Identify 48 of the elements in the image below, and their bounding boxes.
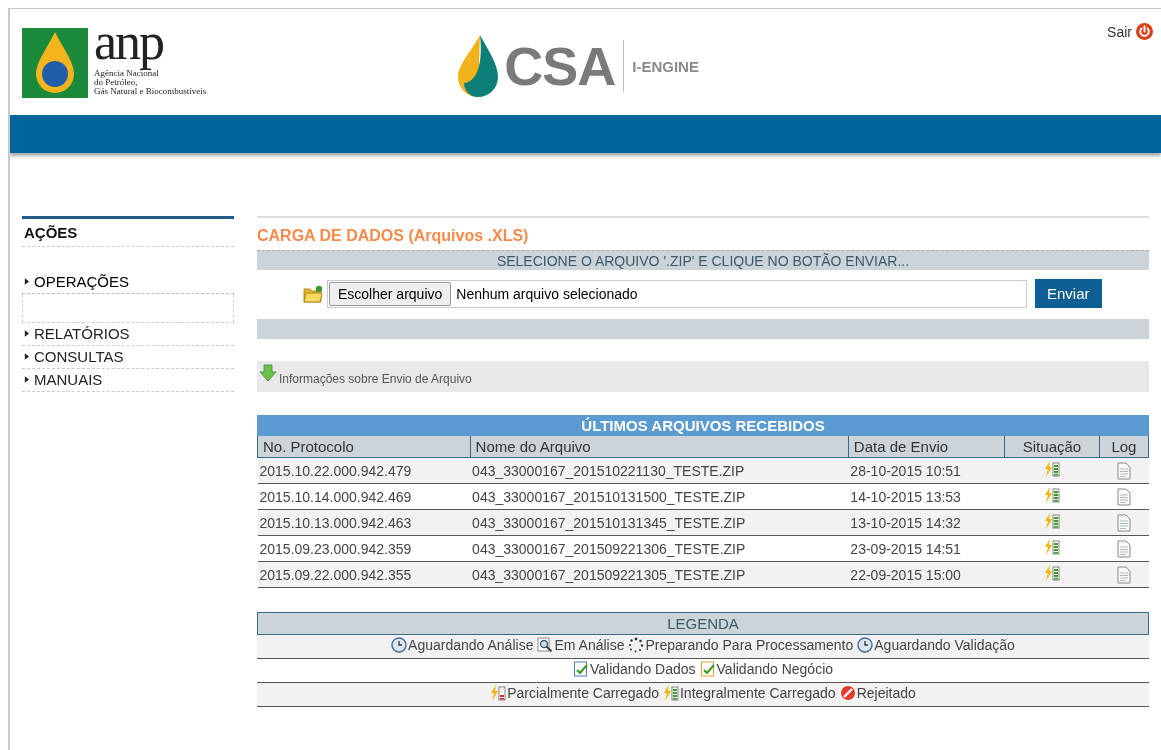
table-cell: 2015.10.13.000.942.463 — [257, 509, 471, 536]
legend-label: Aguardando Validação — [874, 637, 1015, 653]
table-cell: 043_33000167_201509221306_TESTE.ZIP — [470, 535, 849, 562]
send-button[interactable]: Enviar — [1035, 279, 1102, 308]
legend-label: Preparando Para Processamento — [645, 637, 854, 653]
csa-logo-text: CSA — [504, 35, 616, 97]
sidebar-item[interactable]: MANUAIS — [22, 369, 234, 392]
info-link[interactable]: Informações sobre Envio de Arquivo — [279, 371, 472, 386]
table-cell: 043_33000167_201509221305_TESTE.ZIP — [470, 561, 849, 588]
table-cell: 2015.10.22.000.942.479 — [257, 457, 471, 484]
table-cell: 14-10-2015 13:53 — [848, 483, 1005, 510]
legend-label: Validando Dados — [589, 661, 696, 677]
section-title: CARGA DE DADOS (Arquivos .XLS) — [257, 227, 530, 245]
sidebar-item[interactable]: CONSULTAS — [22, 346, 234, 369]
file-status-text: Nenhum arquivo selecionado — [456, 285, 638, 302]
instruction-bar: SELECIONE O ARQUIVO '.ZIP' E CLIQUE NO BOTÃO ENVIAR... — [257, 250, 1149, 270]
legend-label: Rejeitado — [856, 685, 916, 701]
table-title: ÚLTIMOS ARQUIVOS RECEBIDOS — [257, 415, 1149, 436]
column-header: Data de Envio — [848, 435, 1005, 458]
legend-label: Validando Negócio — [716, 661, 834, 677]
agency-name-text: Gás Natural e Biocombustíveis — [94, 87, 207, 96]
choose-file-button[interactable]: Escolher arquivo — [329, 281, 452, 306]
legend-label: Integralmente Carregado — [679, 685, 836, 701]
legend-label: Aguardando Análise — [408, 637, 534, 653]
product-name: I-ENGINE — [632, 57, 699, 75]
table-cell: 2015.09.22.000.942.355 — [257, 561, 471, 588]
agency-name-text: Agência Nacional — [94, 69, 159, 78]
table-cell: 2015.09.23.000.942.359 — [257, 535, 471, 562]
table-cell: 2015.10.14.000.942.469 — [257, 483, 471, 510]
file-input[interactable]: Escolher arquivo Nenhum arquivo selecionado — [327, 279, 1027, 308]
agency-name-text: do Petróleo, — [94, 78, 139, 87]
sidebar-heading: AÇÕES — [22, 219, 234, 247]
table-cell: 13-10-2015 14:32 — [848, 509, 1005, 536]
sidebar-item[interactable]: OPERAÇÕES — [22, 271, 234, 294]
table-cell: 22-09-2015 15:00 — [848, 561, 1005, 588]
table-cell: 043_33000167_201510131500_TESTE.ZIP — [470, 483, 849, 510]
table-cell: 28-10-2015 10:51 — [848, 457, 1005, 484]
legend-label: Em Análise — [554, 637, 625, 653]
table-cell: 23-09-2015 14:51 — [848, 535, 1005, 562]
table-cell: 043_33000167_201510131345_TESTE.ZIP — [470, 509, 849, 536]
legend-label: Parcialmente Carregado — [507, 685, 659, 701]
column-header: Nome do Arquivo — [470, 435, 849, 458]
sidebar-item[interactable]: RELATÓRIOS — [22, 323, 234, 346]
column-header: No. Protocolo — [257, 435, 471, 458]
anp-logo-text: anp — [94, 15, 164, 69]
table-cell: 043_33000167_201510221130_TESTE.ZIP — [470, 457, 849, 484]
legend-title: LEGENDA — [257, 612, 1149, 635]
logout-link[interactable]: Sair — [1107, 23, 1153, 40]
